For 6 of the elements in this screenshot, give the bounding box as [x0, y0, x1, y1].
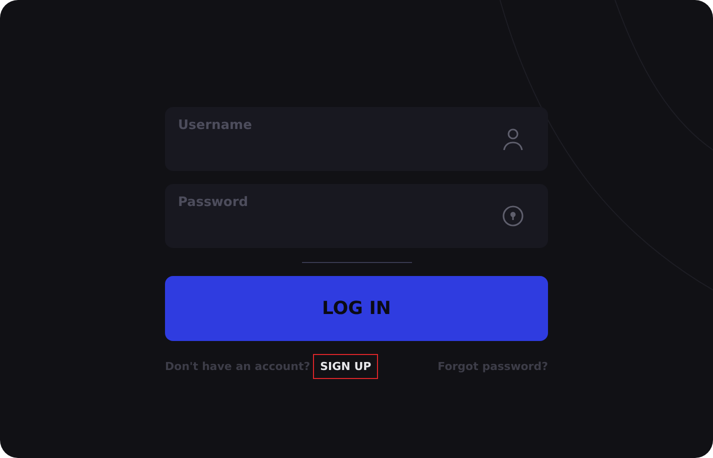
signup-link[interactable]: SIGN UP	[313, 354, 378, 379]
keyhole-icon	[502, 205, 524, 227]
login-button[interactable]: LOG IN	[165, 276, 548, 341]
input-field[interactable]: Username	[165, 107, 548, 171]
input-field[interactable]: Password	[165, 184, 548, 248]
user-icon	[502, 128, 524, 152]
